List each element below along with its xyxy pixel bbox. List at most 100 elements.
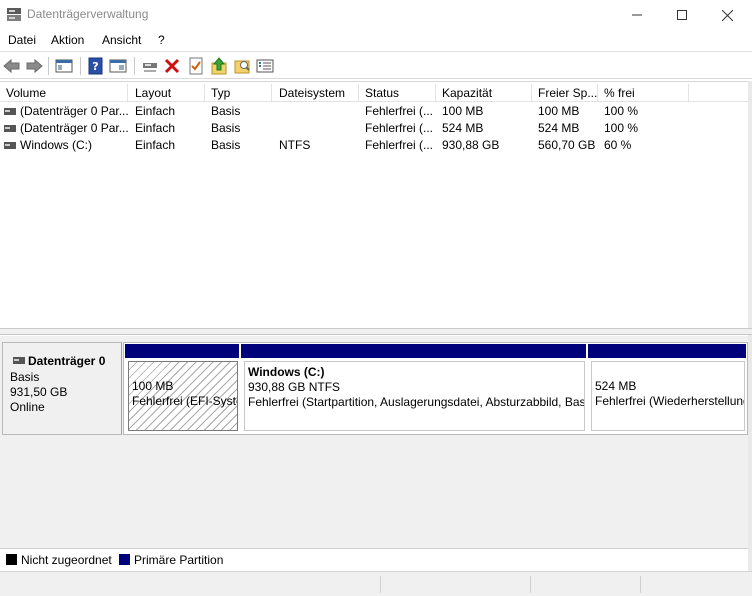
properties-panel-button[interactable] — [108, 56, 128, 76]
volume-icon — [4, 142, 16, 149]
pane-splitter[interactable] — [0, 328, 752, 335]
folder-search-icon — [234, 60, 250, 74]
settings-list-button[interactable] — [255, 56, 275, 76]
cell-kapazitaet: 930,88 GB — [442, 138, 500, 152]
back-button[interactable] — [2, 56, 22, 76]
maximize-icon — [677, 10, 687, 20]
disk-name: Datenträger 0 — [28, 354, 106, 368]
upload-button[interactable] — [209, 56, 229, 76]
legend-label-unallocated: Nicht zugeordnet — [21, 553, 112, 567]
partition-type-bar — [588, 344, 746, 358]
settings-list-icon — [256, 59, 274, 73]
volume-row[interactable]: Windows (C:) Einfach Basis NTFS Fehlerfr… — [0, 137, 748, 154]
disk-size: 931,50 GB — [10, 385, 68, 399]
status-bar — [0, 571, 752, 596]
column-header-dateisystem[interactable]: Dateisystem — [273, 84, 359, 102]
cell-kapazitaet: 100 MB — [442, 104, 484, 118]
cell-prozent-frei: 60 % — [604, 138, 632, 152]
cell-volume: (Datenträger 0 Par... — [20, 121, 128, 135]
partition-body: Windows (C:) 930,88 GB NTFS Fehlerfrei (… — [244, 361, 585, 431]
disk-type: Basis — [10, 370, 40, 384]
menu-datei[interactable]: Datei — [8, 33, 36, 47]
minimize-icon — [632, 14, 642, 16]
close-button[interactable] — [704, 0, 750, 30]
cell-freier-speicher: 560,70 GB — [538, 138, 596, 152]
menu-aktion[interactable]: Aktion — [51, 33, 84, 47]
cell-volume: (Datenträger 0 Par... — [20, 104, 128, 118]
menu-bar: Datei Aktion Ansicht ? — [0, 30, 752, 50]
status-separator — [530, 576, 531, 593]
partition-status: Fehlerfrei (Wiederherstellungspartition) — [595, 394, 744, 408]
cell-layout: Einfach — [135, 138, 176, 152]
minimize-button[interactable] — [614, 0, 660, 30]
column-header-layout[interactable]: Layout — [129, 84, 205, 102]
toolbar-separator — [134, 57, 135, 75]
partition-size: 930,88 GB NTFS — [248, 380, 341, 394]
volume-row[interactable]: (Datenträger 0 Par... Einfach Basis Fehl… — [0, 103, 748, 120]
volume-row[interactable]: (Datenträger 0 Par... Einfach Basis Fehl… — [0, 120, 748, 137]
partition-efi[interactable]: 100 MB Fehlerfrei (EFI-Systempartition) — [124, 343, 240, 434]
column-header-status[interactable]: Status — [359, 84, 436, 102]
menu-ansicht[interactable]: Ansicht — [102, 33, 141, 47]
disk-management-app-icon — [7, 8, 21, 21]
cell-prozent-frei: 100 % — [604, 121, 639, 135]
disk-icon — [13, 357, 25, 364]
folder-search-button[interactable] — [232, 56, 252, 76]
column-header-prozent-frei[interactable]: % frei — [598, 84, 689, 102]
partition-area: 100 MB Fehlerfrei (EFI-Systempartition) … — [123, 342, 748, 435]
partition-recovery[interactable]: 524 MB Fehlerfrei (Wiederherstellungspar… — [587, 343, 747, 434]
cell-typ: Basis — [211, 138, 241, 152]
delete-icon — [164, 58, 180, 74]
help-icon: ? — [88, 57, 103, 75]
forward-arrow-icon — [26, 58, 43, 74]
cell-status: Fehlerfrei (... — [365, 104, 434, 118]
disk-info-panel[interactable]: Datenträger 0 Basis 931,50 GB Online — [2, 342, 122, 435]
menu-help[interactable]: ? — [158, 33, 165, 47]
partition-size: 524 MB — [595, 379, 637, 393]
legend: Nicht zugeordnet Primäre Partition — [0, 548, 748, 570]
cell-volume: Windows (C:) — [20, 138, 93, 152]
disk-graphical-view: Datenträger 0 Basis 931,50 GB Online 100… — [0, 336, 748, 548]
maximize-button[interactable] — [659, 0, 705, 30]
column-header-freier-speicher[interactable]: Freier Sp... — [532, 84, 598, 102]
cell-prozent-frei: 100 % — [604, 104, 639, 118]
cell-status: Fehlerfrei (... — [365, 138, 434, 152]
column-header-typ[interactable]: Typ — [205, 84, 272, 102]
connect-icon — [143, 63, 157, 72]
legend-label-primary: Primäre Partition — [134, 553, 224, 567]
console-tree-button[interactable] — [54, 56, 74, 76]
disk-state: Online — [10, 400, 45, 414]
delete-button[interactable] — [162, 56, 182, 76]
cell-layout: Einfach — [135, 121, 176, 135]
forward-button[interactable] — [24, 56, 44, 76]
column-header-kapazitaet[interactable]: Kapazität — [436, 84, 532, 102]
checklist-icon — [189, 57, 203, 75]
partition-body: 524 MB Fehlerfrei (Wiederherstellungspar… — [591, 361, 745, 431]
toolbar-separator — [80, 57, 81, 75]
properties-panel-icon — [109, 59, 127, 73]
volume-icon — [4, 108, 16, 115]
svg-text:?: ? — [92, 60, 98, 73]
back-arrow-icon — [3, 58, 20, 74]
partition-windows[interactable]: Windows (C:) 930,88 GB NTFS Fehlerfrei (… — [240, 343, 587, 434]
cell-freier-speicher: 524 MB — [538, 121, 580, 135]
volume-list: Volume Layout Typ Dateisystem Status Kap… — [0, 81, 748, 328]
help-button[interactable]: ? — [86, 56, 106, 76]
volume-icon — [4, 125, 16, 132]
cell-typ: Basis — [211, 104, 241, 118]
connect-button[interactable] — [140, 56, 160, 76]
legend-swatch-unallocated — [6, 554, 17, 565]
title-bar: Datenträgerverwaltung — [0, 0, 752, 30]
upload-icon — [211, 57, 227, 75]
legend-swatch-primary — [119, 554, 130, 565]
status-separator — [380, 576, 381, 593]
close-icon — [721, 9, 733, 21]
partition-title: Windows (C:) — [248, 365, 325, 379]
window-edge — [748, 81, 752, 571]
column-header-volume[interactable]: Volume — [0, 84, 128, 102]
cell-kapazitaet: 524 MB — [442, 121, 484, 135]
window-title: Datenträgerverwaltung — [27, 7, 149, 21]
checklist-button[interactable] — [186, 56, 206, 76]
cell-dateisystem: NTFS — [279, 138, 311, 152]
cell-freier-speicher: 100 MB — [538, 104, 580, 118]
